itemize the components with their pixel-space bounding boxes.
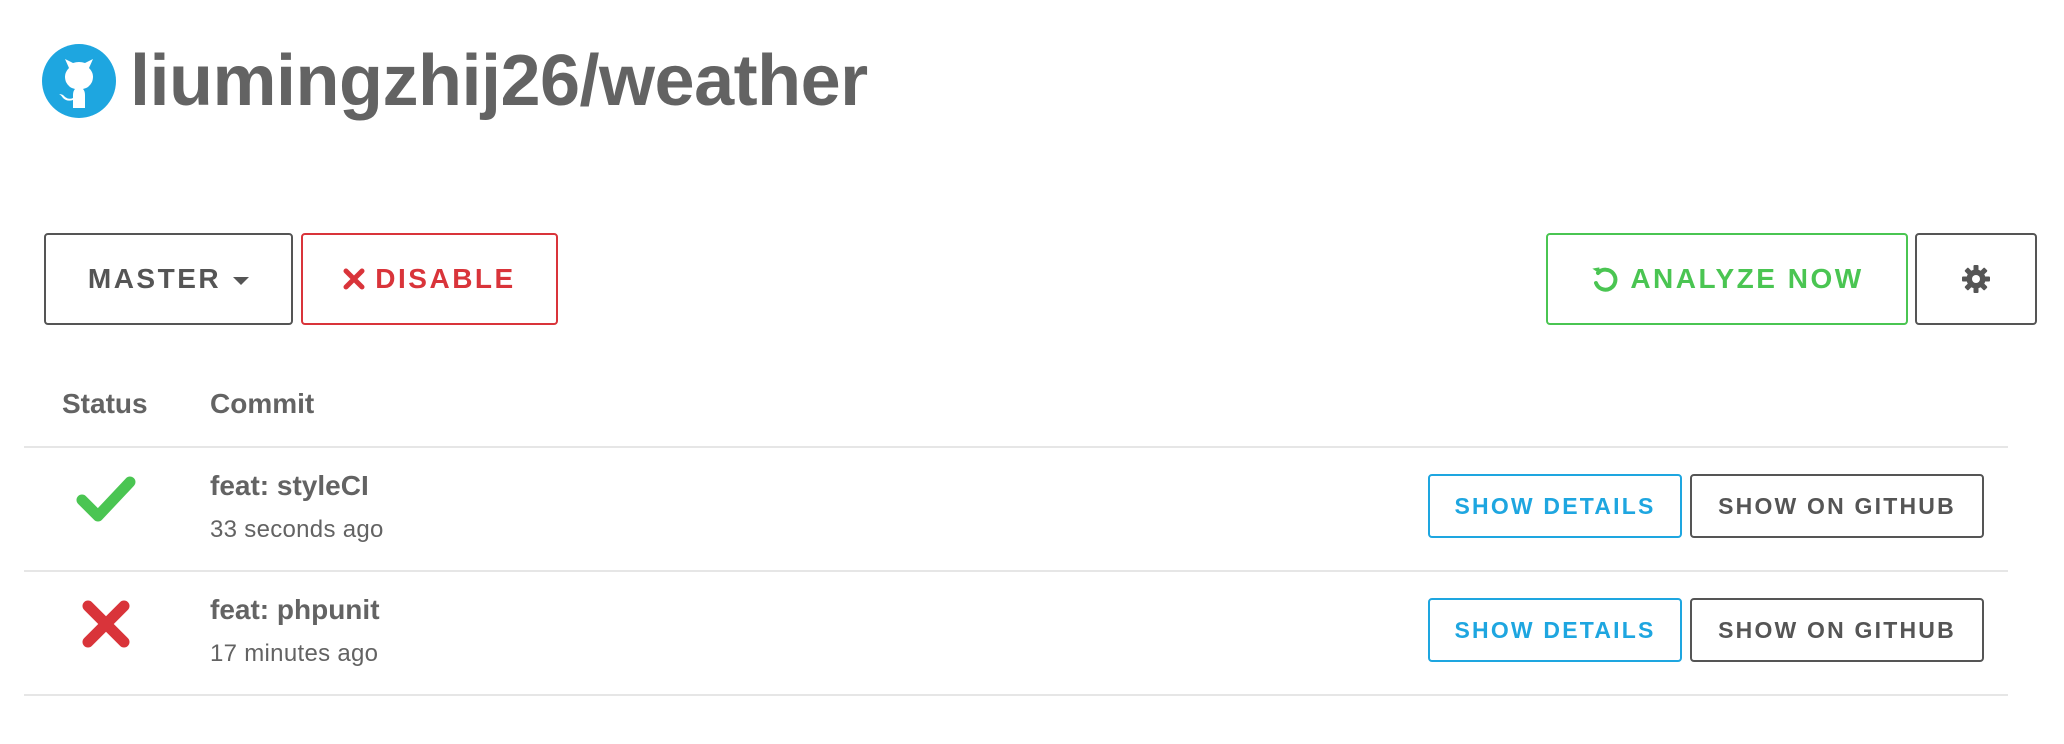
commit-column-header: Commit (210, 388, 315, 419)
caret-down-icon (233, 277, 250, 285)
show-details-button[interactable]: SHOW DETAILS (1428, 598, 1682, 662)
status-column-header: Status (62, 388, 148, 419)
commit-time: 17 minutes ago (210, 640, 379, 667)
builds-table: Status Commit feat: styleCI 33 seconds a… (24, 372, 2008, 696)
settings-button[interactable] (1915, 233, 2037, 325)
page: liumingzhij26/weather MASTER DISABLE ANA… (0, 0, 2064, 744)
disable-button[interactable]: DISABLE (301, 233, 558, 325)
github-icon (42, 44, 116, 118)
commit-time: 33 seconds ago (210, 516, 384, 543)
table-row: feat: styleCI 33 seconds ago SHOW DETAIL… (24, 448, 2008, 572)
commit-message: feat: styleCI (210, 470, 369, 501)
show-details-button[interactable]: SHOW DETAILS (1428, 474, 1682, 538)
checkmark-icon (76, 476, 136, 522)
gear-icon (1962, 265, 1990, 293)
analyze-now-button[interactable]: ANALYZE NOW (1546, 233, 1908, 325)
repo-header: liumingzhij26/weather (42, 44, 868, 118)
show-on-github-button[interactable]: SHOW ON GITHUB (1690, 598, 1984, 662)
branch-label: MASTER (87, 263, 222, 294)
show-on-github-button[interactable]: SHOW ON GITHUB (1690, 474, 1984, 538)
table-row: feat: phpunit 17 minutes ago SHOW DETAIL… (24, 572, 2008, 696)
branch-dropdown-button[interactable]: MASTER (44, 233, 293, 325)
disable-label: DISABLE (375, 263, 516, 294)
cross-icon (82, 600, 130, 648)
repo-title[interactable]: liumingzhij26/weather (130, 45, 868, 117)
analyze-label: ANALYZE NOW (1630, 263, 1864, 294)
table-header: Status Commit (24, 372, 2008, 448)
commit-message: feat: phpunit (210, 594, 380, 625)
close-icon (343, 268, 365, 290)
refresh-icon (1590, 264, 1620, 294)
